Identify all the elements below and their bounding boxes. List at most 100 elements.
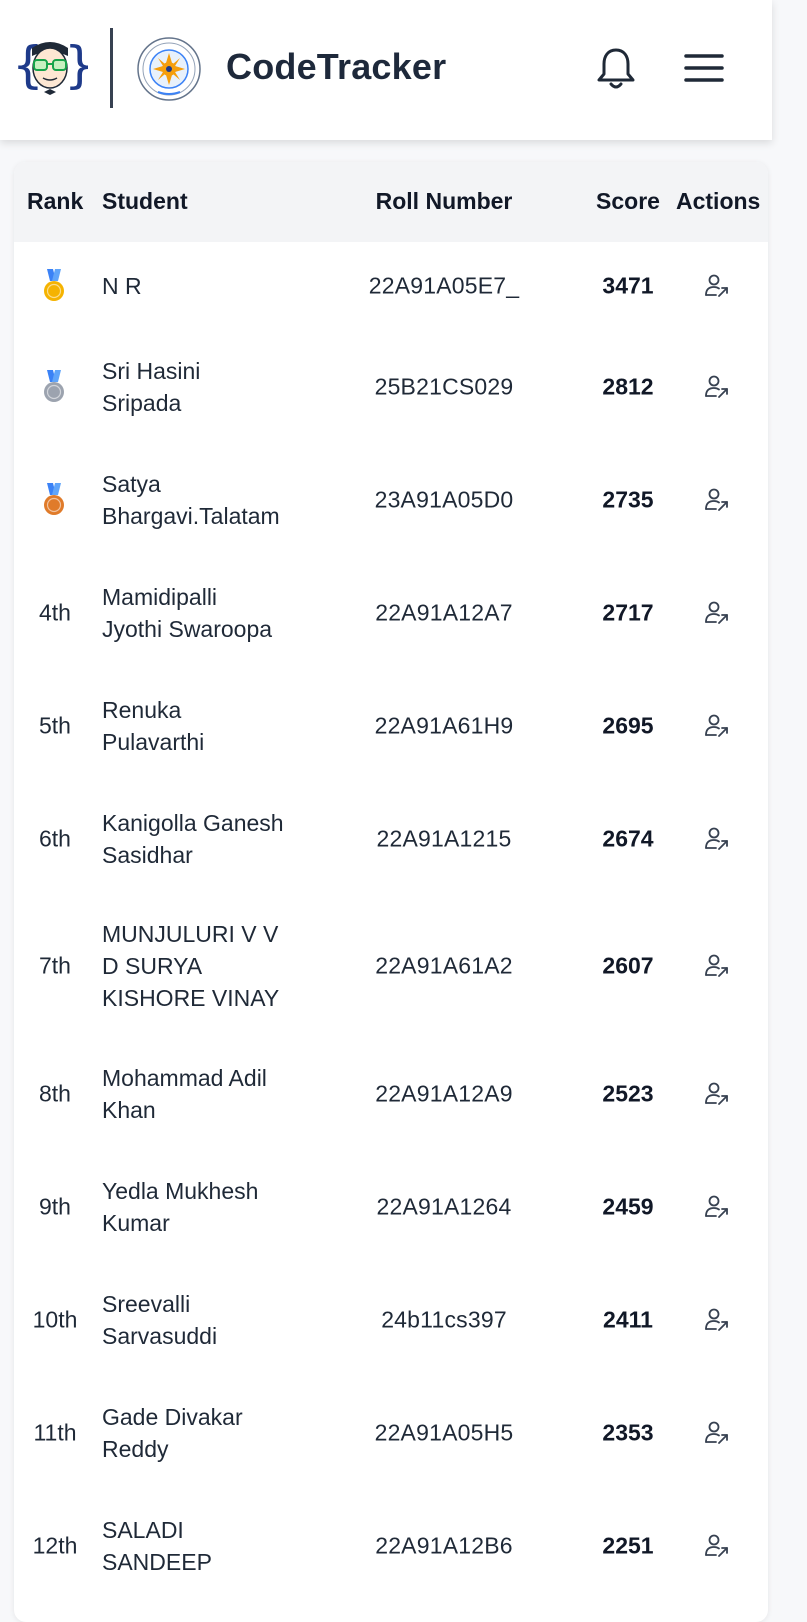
hamburger-menu-icon[interactable]	[684, 50, 724, 86]
leaderboard-card: Rank Student Roll Number Score Actions N…	[14, 162, 768, 1622]
score-cell: 2251	[602, 1532, 654, 1558]
logo-divider	[110, 28, 113, 108]
rank-cell: 11th	[33, 1419, 77, 1445]
bronze-medal-icon	[44, 482, 64, 515]
table-row: 9th Yedla Mukhesh Kumar 22A91A1264 2459	[14, 1150, 768, 1263]
roll-number-cell: 22A91A12A7	[375, 599, 513, 625]
student-name-line: Mamidipalli	[102, 583, 218, 610]
student-name-line: MUNJULURI V V	[102, 921, 279, 947]
roll-number-cell: 22A91A61H9	[374, 712, 514, 738]
student-name-cell: Mohammad Adil Khan	[102, 1062, 322, 1126]
view-profile-icon[interactable]	[704, 1081, 730, 1107]
rank-cell: 12th	[32, 1532, 78, 1558]
roll-number-cell: 25B21CS029	[374, 373, 514, 399]
student-name-cell: Mamidipalli Jyothi Swaroopa	[102, 581, 322, 645]
student-name-line: Sasidhar	[102, 841, 193, 868]
view-profile-icon[interactable]	[704, 273, 730, 299]
view-profile-icon[interactable]	[704, 713, 730, 739]
table-row: 7th MUNJULURI V V D SURYA KISHORE VINAY 22A9…	[14, 895, 768, 1037]
student-name-cell: N R	[102, 270, 322, 302]
student-name-line: Renuka	[102, 696, 182, 723]
table-row: Satya Bhargavi.Talatam 23A91A05D0 2735	[14, 443, 768, 556]
table-row: 6th Kanigolla Ganesh Sasidhar 22A91A1215 267…	[14, 782, 768, 895]
roll-number-cell: 22A91A61A2	[375, 952, 513, 979]
view-profile-icon[interactable]	[704, 826, 730, 852]
table-row: 11th Gade Divakar Reddy 22A91A05H5 2353	[14, 1376, 768, 1489]
table-row: Sri Hasini Sripada 25B21CS029 2812	[14, 330, 768, 443]
student-name-line: Kumar	[102, 1209, 170, 1236]
table-row: 4th Mamidipalli Jyothi Swaroopa 22A91A12A7 2…	[14, 556, 768, 669]
score-cell: 2717	[602, 599, 654, 625]
college-emblem-logo	[137, 37, 201, 101]
student-name-line: Khan	[102, 1096, 156, 1123]
roll-number-cell: 22A91A1264	[376, 1193, 512, 1219]
svg-text:}: }	[64, 36, 88, 94]
student-name-line: KISHORE VINAY	[102, 985, 280, 1011]
student-name-cell: Kanigolla Ganesh Sasidhar	[102, 807, 322, 871]
student-name-cell: Yedla Mukhesh Kumar	[102, 1175, 322, 1239]
view-profile-icon[interactable]	[704, 374, 730, 400]
rank-cell: 4th	[39, 599, 71, 625]
view-profile-icon[interactable]	[704, 487, 730, 513]
view-profile-icon[interactable]	[704, 1307, 730, 1333]
student-name-cell: Renuka Pulavarthi	[102, 694, 322, 758]
student-name-line: Pulavarthi	[102, 728, 205, 755]
rank-cell: 6th	[39, 825, 71, 851]
table-row: 12th SALADI SANDEEP 22A91A12B6 2251	[14, 1489, 768, 1602]
view-profile-icon[interactable]	[704, 600, 730, 626]
score-cell: 2695	[602, 712, 654, 738]
coder-face-logo: { }	[12, 36, 88, 95]
student-name-line: Jyothi Swaroopa	[102, 615, 273, 642]
column-header-rank: Rank	[27, 188, 84, 214]
score-cell: 2459	[602, 1193, 654, 1219]
view-profile-icon[interactable]	[704, 1420, 730, 1446]
column-header-student: Student	[102, 188, 188, 214]
view-profile-icon[interactable]	[704, 953, 730, 979]
roll-number-cell: 22A91A05E7_	[368, 272, 520, 299]
score-cell: 2523	[602, 1080, 654, 1106]
column-header-actions: Actions	[676, 188, 761, 214]
student-name-line: Kanigolla Ganesh	[102, 809, 284, 836]
student-name-cell: SALADI SANDEEP	[102, 1514, 322, 1578]
table-row: N R 22A91A05E7_ 3471	[14, 242, 768, 330]
student-name-cell: Sreevalli Sarvasuddi	[102, 1288, 322, 1352]
rank-cell: 9th	[39, 1193, 71, 1219]
table-row: 10th Sreevalli Sarvasuddi 24b11cs397 2411	[14, 1263, 768, 1376]
view-profile-icon[interactable]	[704, 1194, 730, 1220]
score-cell: 2607	[602, 952, 654, 979]
student-name-line: Yedla Mukhesh	[102, 1177, 259, 1204]
column-header-score: Score	[596, 188, 660, 214]
bell-icon[interactable]	[594, 44, 638, 92]
app-title: CodeTracker	[226, 46, 447, 87]
student-name-cell: MUNJULURI V V D SURYA KISHORE VINAY	[102, 918, 322, 1014]
rank-cell: 7th	[39, 952, 71, 979]
score-cell: 2812	[602, 373, 654, 399]
view-profile-icon[interactable]	[704, 1533, 730, 1559]
student-name-line: Bhargavi.Talatam	[102, 502, 280, 529]
student-name-cell: Satya Bhargavi.Talatam	[102, 468, 322, 532]
student-name-line: D SURYA	[102, 953, 203, 979]
student-name-line: Sri Hasini	[102, 357, 201, 384]
rank-cell: 8th	[39, 1080, 71, 1106]
student-name-line: N R	[102, 273, 142, 299]
roll-number-cell: 24b11cs397	[381, 1306, 507, 1332]
student-name-line: Gade Divakar	[102, 1403, 243, 1430]
student-name-cell: Gade Divakar Reddy	[102, 1401, 322, 1465]
roll-number-cell: 22A91A1215	[376, 825, 512, 851]
roll-number-cell: 22A91A12A9	[375, 1080, 513, 1106]
student-name-line: SALADI	[102, 1516, 184, 1543]
student-name-cell: Sri Hasini Sripada	[102, 355, 322, 419]
score-cell: 2353	[602, 1419, 654, 1445]
score-cell: 2674	[602, 825, 654, 851]
table-row: 5th Renuka Pulavarthi 22A91A61H9 2695	[14, 669, 768, 782]
column-header-roll-number: Roll Number	[375, 188, 513, 214]
student-name-line: SANDEEP	[102, 1548, 212, 1575]
table-row: 8th Mohammad Adil Khan 22A91A12A9 2523	[14, 1037, 768, 1150]
score-cell: 2411	[603, 1306, 653, 1332]
score-cell: 2735	[602, 486, 654, 512]
roll-number-cell: 23A91A05D0	[374, 486, 514, 512]
student-name-line: Sripada	[102, 389, 182, 416]
student-name-line: Satya	[102, 470, 161, 497]
table-header: Rank Student Roll Number Score Actions	[14, 162, 768, 242]
rank-cell: 10th	[32, 1306, 78, 1332]
